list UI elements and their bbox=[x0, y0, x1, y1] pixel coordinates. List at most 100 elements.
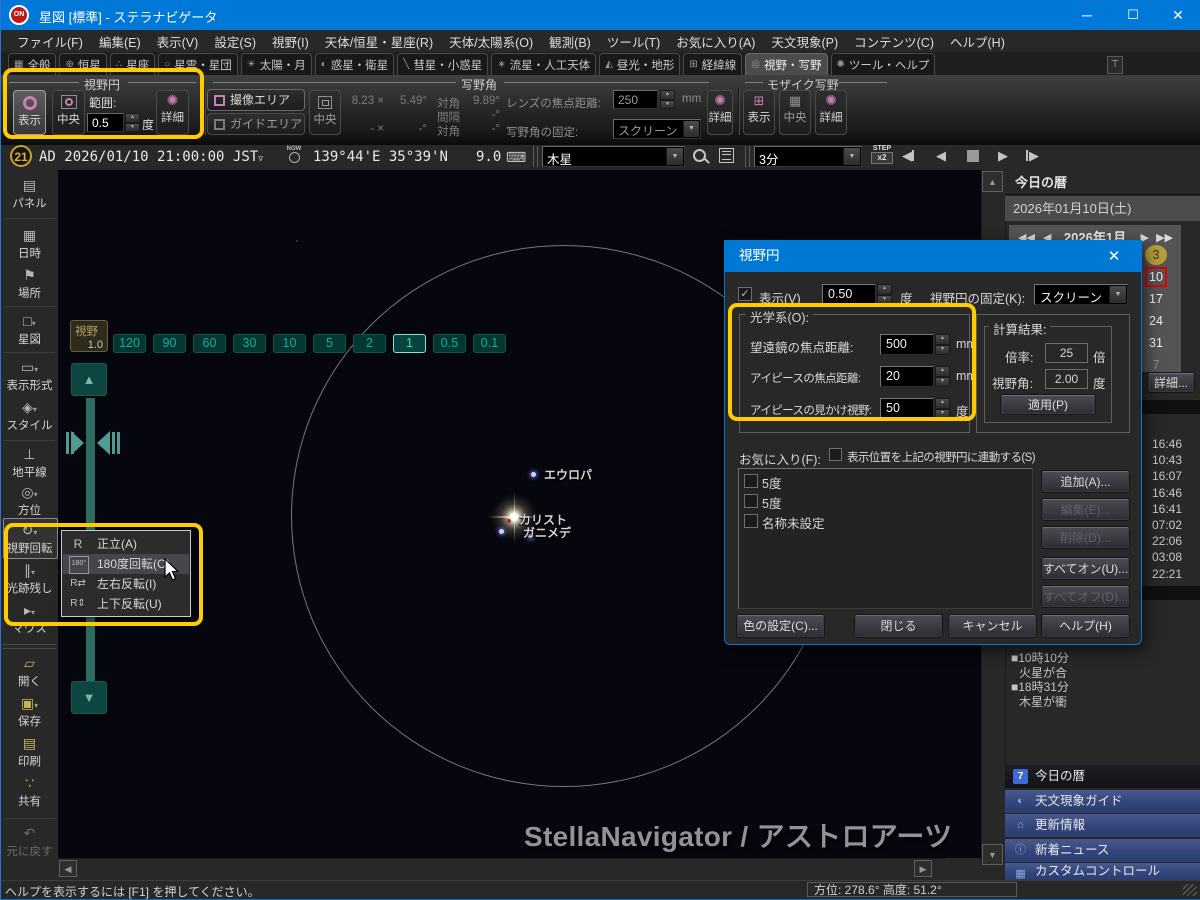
scroll-up-button[interactable]: ▲ bbox=[982, 171, 1003, 192]
fix-dropdown[interactable]: スクリーン ▼ bbox=[613, 119, 701, 139]
tab-comets[interactable]: ╲彗星・小惑星 bbox=[397, 53, 488, 75]
play-back-button[interactable]: ◀ bbox=[936, 148, 946, 164]
dialog-close-icon[interactable]: ✕ bbox=[1099, 241, 1129, 273]
sidebar-item-horizon[interactable]: ⊥地平線 bbox=[1, 445, 58, 480]
calendar-day[interactable]: 3 bbox=[1145, 245, 1167, 265]
tab-planets[interactable]: ◐惑星・衛星 bbox=[315, 53, 395, 75]
eyepiece-apparent-spinner[interactable]: ▲▼ bbox=[935, 398, 950, 419]
range-input[interactable]: 0.5 bbox=[87, 113, 124, 132]
sidebar-item-location[interactable]: ⚑場所 bbox=[1, 266, 58, 301]
sidebar-item-print[interactable]: ▤印刷 bbox=[1, 734, 58, 769]
fav-item-3[interactable]: 名称未設定 bbox=[762, 513, 825, 532]
europa[interactable] bbox=[531, 472, 536, 477]
zoom-level-button-selected[interactable]: 1 bbox=[393, 334, 426, 353]
apply-button[interactable]: 適用(P) bbox=[1000, 394, 1096, 415]
show-checkbox[interactable]: ✓ bbox=[738, 287, 752, 301]
fov-circle-detail-button[interactable]: ✺ 詳細 bbox=[156, 90, 189, 135]
keyboard-icon[interactable]: ⌨ bbox=[506, 149, 526, 166]
scroll-left-button[interactable]: ◀ bbox=[59, 860, 77, 877]
menu-stars[interactable]: 天体/恒星・星座(R) bbox=[317, 32, 441, 51]
menu-contents[interactable]: コンテンツ(C) bbox=[846, 32, 942, 51]
telescope-focal-spinner[interactable]: ▲▼ bbox=[935, 334, 950, 355]
help-button[interactable]: ヘルプ(H) bbox=[1041, 614, 1130, 638]
sidebar-item-undo[interactable]: ↶元に戻す bbox=[1, 824, 58, 859]
maximize-button[interactable]: ☐ bbox=[1110, 0, 1156, 30]
tab-general[interactable]: ▦全般 bbox=[8, 53, 56, 75]
skip-forward-button[interactable]: ▶ bbox=[1026, 148, 1039, 164]
fov-value-spinner[interactable]: ▲▼ bbox=[877, 284, 892, 305]
tab-nebula[interactable]: ○星雲・星団 bbox=[158, 53, 238, 75]
skip-back-button[interactable]: ◀ bbox=[902, 148, 914, 164]
link-checkbox[interactable] bbox=[829, 448, 842, 461]
nav-custom-control[interactable]: ▦カスタムコントロール bbox=[1005, 863, 1200, 880]
fav-item-2[interactable]: 5度 bbox=[762, 493, 781, 512]
menu-tools[interactable]: ツール(T) bbox=[599, 32, 668, 51]
sidebar-item-panel[interactable]: ▤パネル bbox=[1, 176, 58, 211]
nav-phenomena-guide[interactable]: ◐天文現象ガイド bbox=[1005, 790, 1200, 813]
chevron-down-icon[interactable]: ▼ bbox=[843, 148, 860, 165]
tab-constellation[interactable]: ∴星座 bbox=[110, 53, 155, 75]
fav-checkbox-3[interactable] bbox=[744, 514, 758, 528]
add-button[interactable]: 追加(A)... bbox=[1041, 470, 1130, 493]
zoom-slider-handle-left-bars[interactable] bbox=[66, 432, 69, 454]
menu-item-upright[interactable]: R正立(A) bbox=[63, 534, 189, 554]
fov-angle-center-button[interactable]: 中央 bbox=[309, 90, 341, 135]
location-display[interactable]: 139°44'E 35°39'N bbox=[313, 149, 448, 165]
close-dialog-button[interactable]: 閉じる bbox=[854, 614, 943, 638]
calendar-detail-button[interactable]: 詳細... bbox=[1147, 372, 1195, 393]
menu-solarsystem[interactable]: 天体/太陽系(O) bbox=[441, 32, 541, 51]
telescope-focal-input[interactable]: 500 bbox=[880, 334, 934, 355]
scroll-right-button[interactable]: ▶ bbox=[914, 860, 932, 877]
zoom-level-button[interactable]: 0.1 bbox=[473, 334, 506, 353]
menu-item-flip-vertical[interactable]: R⇕上下反転(U) bbox=[63, 594, 189, 614]
fov-angle-detail-button[interactable]: ✺ 詳細 bbox=[707, 90, 733, 135]
now-clock-icon[interactable]: NOW bbox=[285, 146, 303, 166]
zoom-out-button[interactable]: ▼ bbox=[71, 681, 107, 714]
nav-news[interactable]: ⓘ新着ニュース bbox=[1005, 839, 1200, 862]
sidebar-item-mouse[interactable]: ▸▾マウス bbox=[1, 601, 58, 636]
menu-favorites[interactable]: お気に入り(A) bbox=[668, 32, 763, 51]
lens-focal-spinner[interactable]: ▲▼ bbox=[660, 90, 675, 109]
menu-view[interactable]: 表示(V) bbox=[149, 32, 207, 51]
cancel-button[interactable]: キャンセル bbox=[948, 614, 1037, 638]
magnitude-value[interactable]: 9.0 bbox=[476, 149, 501, 165]
sidebar-item-trail[interactable]: ∥▾光跡残し bbox=[1, 561, 58, 596]
lens-focal-input[interactable]: 250 bbox=[613, 90, 658, 109]
eyepiece-apparent-input[interactable]: 50 bbox=[880, 398, 934, 419]
zoom-in-button[interactable]: ▲ bbox=[71, 363, 107, 396]
fov-circle-center-button[interactable]: 中央 bbox=[52, 90, 85, 135]
mosaic-show-button[interactable]: ⊞ 表示 bbox=[743, 90, 775, 135]
fav-checkbox-1[interactable] bbox=[744, 474, 758, 488]
callisto[interactable] bbox=[499, 529, 504, 534]
resize-grip[interactable] bbox=[1183, 884, 1197, 896]
interval-combo[interactable]: 3分 ▼ bbox=[754, 146, 862, 167]
zoom-level-button[interactable]: 0.5 bbox=[433, 334, 466, 353]
close-button[interactable]: ✕ bbox=[1155, 0, 1200, 30]
sidebar-item-share[interactable]: ∵共有 bbox=[1, 774, 58, 809]
sidebar-item-starchart[interactable]: □▾星図 bbox=[1, 312, 58, 347]
sidebar-item-display-format[interactable]: ▭▾表示形式 bbox=[1, 358, 58, 393]
menu-fov[interactable]: 視野(I) bbox=[264, 32, 317, 51]
eyepiece-focal-input[interactable]: 20 bbox=[880, 366, 934, 387]
capture-area-button[interactable]: 撮像エリア bbox=[207, 89, 305, 111]
zoom-level-button[interactable]: 90 bbox=[153, 334, 186, 353]
tab-grid[interactable]: ⊞経緯線 bbox=[683, 53, 742, 75]
tab-meteors[interactable]: ∗流星・人工天体 bbox=[491, 53, 596, 75]
menu-phenomena[interactable]: 天文現象(P) bbox=[763, 32, 846, 51]
nav-update-info[interactable]: ⌂更新情報 bbox=[1005, 814, 1200, 837]
mosaic-center-button[interactable]: ▦ 中央 bbox=[779, 90, 811, 135]
mosaic-detail-button[interactable]: ✺ 詳細 bbox=[815, 90, 847, 135]
datetime-display[interactable]: AD 2026/01/10 21:00:00 JST▽ bbox=[39, 149, 263, 165]
fov-circle-show-button[interactable]: 表示 bbox=[13, 90, 46, 135]
favorites-listbox[interactable]: 5度 5度 名称未設定 bbox=[738, 468, 1033, 609]
eyepiece-focal-spinner[interactable]: ▲▼ bbox=[935, 366, 950, 387]
color-settings-button[interactable]: 色の設定(C)... bbox=[736, 614, 825, 638]
menu-settings[interactable]: 設定(S) bbox=[206, 32, 264, 51]
zoom-level-button[interactable]: 5 bbox=[313, 334, 346, 353]
chevron-down-icon[interactable]: ▼ bbox=[1109, 286, 1126, 303]
zoom-level-button[interactable]: 120 bbox=[113, 334, 146, 353]
delete-button[interactable]: 削除(D)... bbox=[1041, 526, 1130, 549]
sidebar-item-open[interactable]: ▱開く bbox=[1, 654, 58, 689]
calendar-day[interactable]: 24 bbox=[1145, 311, 1167, 331]
zoom-level-button[interactable]: 60 bbox=[193, 334, 226, 353]
